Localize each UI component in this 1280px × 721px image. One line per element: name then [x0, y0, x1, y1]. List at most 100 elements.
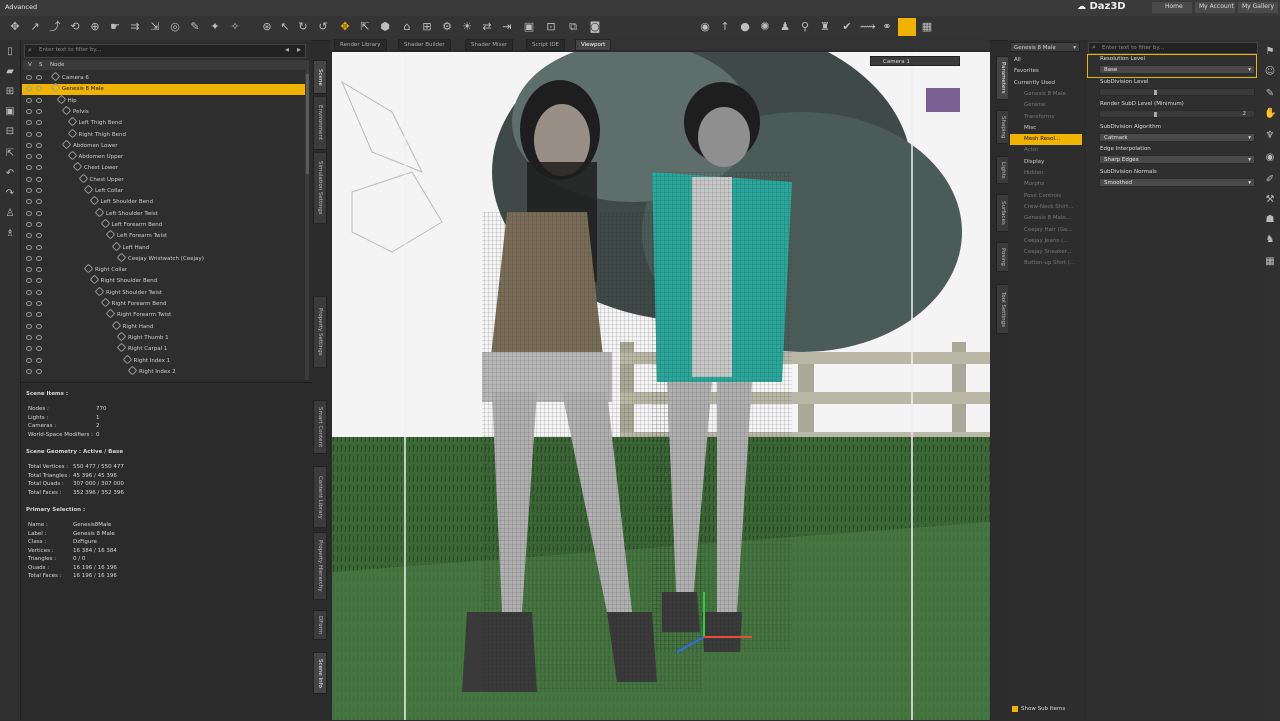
tab-simulation-settings[interactable]: Simulation Settings — [313, 152, 327, 224]
scene-node-row[interactable]: Left Shoulder Twist — [22, 207, 305, 220]
scene-node-row[interactable]: Left Forearm Bend — [22, 218, 305, 231]
visibility-eye-icon[interactable] — [26, 86, 32, 92]
tab-environment[interactable]: Environment — [313, 96, 327, 150]
tab-content-library[interactable]: Content Library — [313, 466, 327, 528]
camera-icon[interactable]: ◙ — [588, 20, 602, 34]
hair-icon[interactable]: ♆ — [1264, 130, 1276, 142]
tab-smart-content[interactable]: Smart Content — [313, 400, 327, 454]
parameter-group-item[interactable]: Currently Used — [1010, 78, 1082, 89]
visibility-eye-icon[interactable] — [26, 221, 32, 227]
geometry-editor-icon[interactable]: ✧ — [228, 20, 242, 34]
save-icon[interactable]: ▣ — [522, 20, 536, 34]
visibility-eye-icon[interactable] — [26, 255, 32, 261]
scene-node-row[interactable]: Left Collar — [22, 184, 305, 197]
parameter-group-item[interactable]: Ceejay Sneaker... — [1010, 247, 1082, 258]
export-file-icon[interactable]: ⇱ — [4, 148, 16, 160]
column-node[interactable]: Node — [50, 62, 64, 68]
scene-tool-icon[interactable]: ✥ — [8, 20, 22, 34]
home-link[interactable]: Home — [1165, 3, 1183, 10]
align-tool-icon[interactable]: ⇉ — [128, 20, 142, 34]
tab-render-library[interactable]: Render Library — [334, 39, 387, 51]
scene-node-row[interactable]: Right Collar — [22, 263, 305, 276]
visibility-eye-icon[interactable] — [26, 334, 32, 340]
brush-icon[interactable]: ✐ — [1264, 174, 1276, 186]
region-tool-icon[interactable]: ⊕ — [88, 20, 102, 34]
render-icon[interactable]: ⌂ — [400, 20, 414, 34]
scene-node-row[interactable]: Right Index 1 — [22, 354, 305, 367]
selectable-icon[interactable] — [36, 97, 42, 103]
tab-viewport[interactable]: Viewport — [575, 39, 612, 51]
visibility-eye-icon[interactable] — [26, 267, 32, 273]
parameter-group-item[interactable]: Ceejay Hair (Ge... — [1010, 225, 1082, 236]
visibility-eye-icon[interactable] — [26, 346, 32, 352]
iray-icon[interactable]: ⚙ — [440, 20, 454, 34]
pin-icon[interactable]: ⚲ — [798, 20, 812, 34]
scene-node-row[interactable]: Right Shoulder Twist — [22, 286, 305, 299]
selectable-icon[interactable] — [36, 108, 42, 114]
eye-icon[interactable]: ◉ — [1264, 152, 1276, 164]
scene-node-row[interactable]: Chest Upper — [22, 173, 305, 186]
selectable-icon[interactable] — [36, 334, 42, 340]
wrench-icon[interactable]: ⚒ — [1264, 194, 1276, 206]
tab-property-settings[interactable]: Property Settings — [313, 296, 327, 368]
scene-node-row[interactable]: Hip — [22, 94, 305, 107]
selectable-icon[interactable] — [36, 346, 42, 352]
parameter-group-item[interactable]: All — [1010, 55, 1082, 66]
tab-scene[interactable]: Scene — [313, 60, 327, 94]
selectable-icon[interactable] — [36, 289, 42, 295]
scene-node-row[interactable]: Right Carpal 1 — [22, 342, 305, 355]
target-tool-icon[interactable]: ◎ — [168, 20, 182, 34]
new-file-icon[interactable]: ▯ — [4, 46, 16, 58]
slider-knob[interactable] — [1154, 90, 1157, 95]
bridge-icon[interactable]: ⇄ — [480, 20, 494, 34]
export-icon[interactable]: ⇥ — [500, 20, 514, 34]
selectable-icon[interactable] — [36, 142, 42, 148]
merge-file-icon[interactable]: ⊞ — [4, 86, 16, 98]
scene-node-row[interactable]: Right Forearm Twist — [22, 308, 305, 321]
node-tool-icon[interactable]: ↗ — [28, 20, 42, 34]
scene-scrollbar-thumb[interactable] — [306, 74, 309, 174]
scene-node-row[interactable]: Left Hand — [22, 241, 305, 254]
tab-scene-info[interactable]: Scene Info — [313, 652, 327, 694]
expression-icon[interactable]: ☺ — [1264, 66, 1276, 78]
slider-knob[interactable] — [1154, 112, 1157, 117]
parameter-group-item[interactable]: Crew-Neck Shirt... — [1010, 202, 1082, 213]
save-file-icon[interactable]: ▣ — [4, 106, 16, 118]
filter-back-icon[interactable]: ◂ — [285, 45, 289, 54]
light-icon[interactable]: ✺ — [758, 20, 772, 34]
scene-node-row[interactable]: Chest Lower — [22, 161, 305, 174]
undo-icon[interactable]: ↶ — [4, 168, 16, 180]
subdivision-normals-select[interactable]: Smoothed ▾ — [1099, 178, 1255, 187]
scene-node-row[interactable]: Right Forearm Bend — [22, 297, 305, 310]
scene-node-row[interactable]: Right Hand — [22, 320, 305, 333]
parameter-group-item[interactable]: Genesis 8 Male — [1010, 89, 1082, 100]
viewport-3d[interactable]: Camera 1 — [332, 52, 990, 720]
brush-tool-icon[interactable]: ✎ — [188, 20, 202, 34]
visibility-eye-icon[interactable] — [26, 75, 32, 80]
selectable-icon[interactable] — [36, 131, 42, 137]
selectable-icon[interactable] — [36, 75, 42, 80]
selectable-icon[interactable] — [36, 176, 42, 182]
selectable-icon[interactable] — [36, 267, 42, 273]
column-visible[interactable]: V — [28, 62, 32, 68]
scene-node-row[interactable]: Abdomen Lower — [22, 139, 305, 152]
open-file-icon[interactable]: ▰ — [4, 66, 16, 78]
render-subd-slider[interactable]: 2 — [1099, 110, 1255, 118]
selectable-icon[interactable] — [36, 165, 42, 171]
layout-grid-icon[interactable]: ▦ — [920, 20, 934, 34]
scene-node-row[interactable]: Right Index 2 — [22, 365, 305, 378]
selectable-icon[interactable] — [36, 278, 42, 284]
selectable-icon[interactable] — [36, 210, 42, 216]
visibility-eye-icon[interactable] — [26, 278, 32, 284]
selectable-icon[interactable] — [36, 357, 42, 363]
selectable-icon[interactable] — [36, 86, 42, 92]
workspace-label[interactable]: Advanced — [5, 3, 37, 11]
lock-icon[interactable]: ⊡ — [544, 20, 558, 34]
selectable-icon[interactable] — [36, 188, 42, 193]
grid-icon[interactable]: ▦ — [1264, 256, 1276, 268]
selectable-icon[interactable] — [36, 244, 42, 250]
visibility-eye-icon[interactable] — [26, 108, 32, 114]
my-account-link[interactable]: My Account — [1199, 3, 1234, 10]
visibility-eye-icon[interactable] — [26, 142, 32, 148]
tab-script-ide[interactable]: Script IDE — [526, 39, 566, 51]
